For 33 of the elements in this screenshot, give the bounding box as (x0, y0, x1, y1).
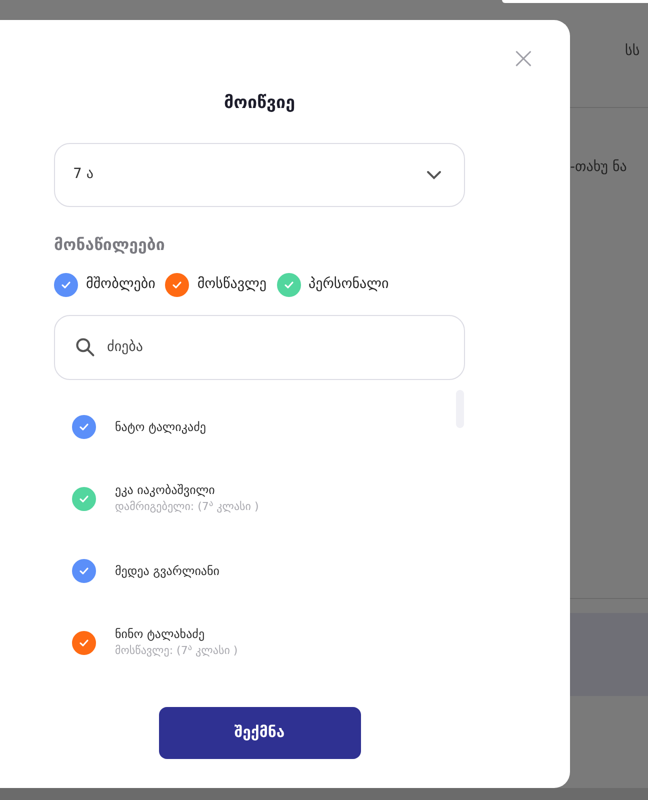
chevron-down-icon (426, 170, 442, 180)
dialog-title: მოიწვიე (222, 92, 296, 115)
check-icon (60, 278, 72, 290)
person-checkbox[interactable] (72, 486, 96, 510)
filter-checkbox[interactable] (54, 272, 78, 296)
search-icon (74, 336, 96, 358)
create-button[interactable]: შექმნა (158, 706, 360, 758)
header-text: სს (625, 42, 640, 61)
row-text: -თახუ ნა (570, 159, 627, 175)
person-checkbox[interactable] (72, 558, 96, 582)
filter-checkbox[interactable] (276, 272, 301, 296)
participants-label: მონაწილეები (54, 234, 166, 256)
filter-label: მშობლები (86, 275, 156, 294)
check-icon (171, 278, 184, 290)
person-name: ეკა იაკობაშვილი (115, 482, 216, 500)
class-select[interactable]: 7 ა (54, 142, 465, 206)
person-name: ნატო ტალიკაძე (115, 418, 206, 436)
person-role: დამრიგებელი: (7$^{ა}$ კლასი ) (115, 499, 259, 516)
filter-checkbox[interactable] (165, 272, 190, 296)
person-name: ნინო ტალახაძე (115, 626, 206, 644)
filter-label: მოსწავლე (197, 275, 267, 294)
check-icon (282, 278, 295, 290)
person-checkbox[interactable] (72, 414, 96, 438)
check-icon (78, 564, 90, 576)
check-icon (78, 420, 90, 432)
person-checkbox[interactable] (72, 630, 96, 654)
filter-label: პერსონალი (308, 275, 389, 294)
search-field[interactable]: ძიება (54, 314, 465, 380)
check-icon (78, 636, 90, 648)
person-name: მედეა გვარლიანი (115, 562, 220, 580)
select-value: 7 ა (73, 165, 94, 184)
person-role: მოსწავლე: (7$^{ა}$ კლასი ) (115, 643, 238, 660)
check-icon (78, 492, 90, 504)
